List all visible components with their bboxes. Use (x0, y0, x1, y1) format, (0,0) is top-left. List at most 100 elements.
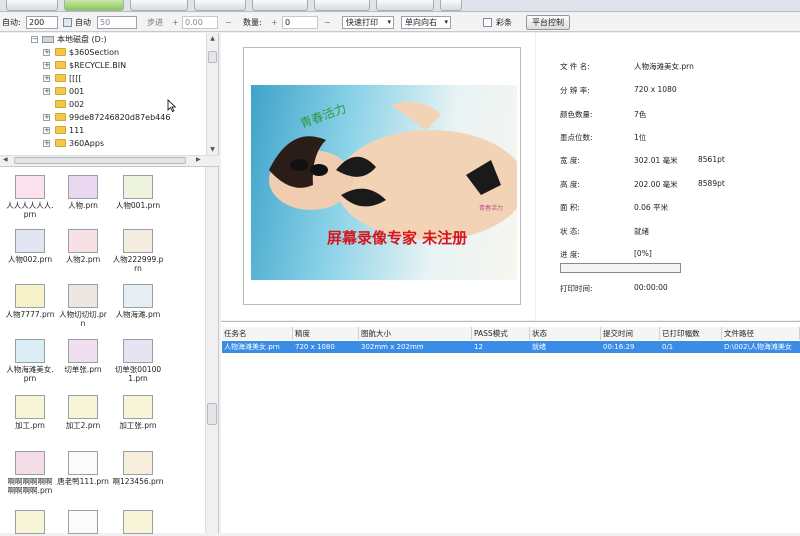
tree-vertical-scrollbar[interactable]: ▲ ▼ (206, 33, 218, 155)
file-thumbnail-icon (68, 395, 98, 419)
file-item[interactable]: 人物海滩.prn (112, 284, 164, 319)
file-item[interactable]: 加工张.prn (112, 395, 164, 430)
table-cell: 就绪 (532, 343, 546, 351)
file-item[interactable]: 人物切切切.prn (57, 284, 109, 328)
file-item[interactable]: 人物2.prn (57, 229, 109, 264)
scroll-thumb[interactable] (208, 51, 217, 63)
file-thumbnail-icon (68, 175, 98, 199)
expand-icon[interactable]: + (43, 114, 50, 121)
file-item[interactable] (57, 510, 109, 536)
column-header[interactable]: 图航大小 (359, 327, 472, 340)
height-label: 高 度: (560, 180, 580, 189)
folder-icon (55, 74, 66, 82)
column-header[interactable]: 提交时间 (601, 327, 660, 340)
file-thumbnail-icon (68, 510, 98, 534)
copies-minus-icon[interactable]: − (324, 16, 331, 29)
scroll-thumb[interactable] (207, 403, 217, 425)
print-time-value: 00:00:00 (634, 283, 668, 292)
file-item[interactable]: 人物海滩美女.prn (4, 339, 56, 383)
scroll-left-icon[interactable]: ◀ (3, 156, 8, 163)
column-header[interactable]: PASS模式 (472, 327, 530, 340)
area-value: 0.06 平米 (634, 203, 669, 212)
expand-icon[interactable]: + (43, 75, 50, 82)
scroll-thumb[interactable] (14, 157, 186, 164)
auto2-label: 自动 (75, 18, 91, 27)
filename-value: 人物海滩美女.prn (634, 62, 694, 71)
table-cell: 12 (474, 343, 483, 351)
toolbar-button-7[interactable] (376, 0, 434, 11)
progress-bar (560, 263, 681, 273)
resolution-value: 720 x 1080 (634, 85, 677, 94)
expand-icon[interactable]: + (43, 49, 50, 56)
collapse-icon[interactable]: − (31, 36, 38, 43)
colors-label: 颜色数量: (560, 110, 593, 119)
file-item[interactable]: 人物7777.prn (4, 284, 56, 319)
file-item[interactable]: 啊啊啊啊啊啊啊啊啊啊.prn (4, 451, 56, 495)
expand-icon[interactable]: + (43, 88, 50, 95)
expand-icon[interactable]: + (43, 140, 50, 147)
column-header[interactable]: 文件路径 (722, 327, 800, 340)
toolbar-button-2[interactable] (64, 0, 124, 11)
tree-label: [[[[ (69, 74, 82, 83)
file-item[interactable]: 切单张001001.prn (112, 339, 164, 383)
folder-icon (55, 126, 66, 134)
spacing-minus-icon[interactable]: − (225, 16, 232, 29)
file-thumbnail-icon (68, 284, 98, 308)
file-item[interactable] (4, 510, 56, 536)
column-header[interactable]: 任务名 (222, 327, 293, 340)
status-value: 就绪 (634, 227, 649, 236)
scroll-down-icon[interactable]: ▼ (208, 145, 217, 154)
toolbar-button-4[interactable] (194, 0, 246, 11)
file-item[interactable]: 人物002.prn (4, 229, 56, 264)
toolbar-button-5[interactable] (252, 0, 308, 11)
file-thumbnail-icon (15, 451, 45, 475)
copies-input[interactable]: 0 (282, 16, 318, 29)
tree-label: 001 (69, 87, 85, 96)
column-header[interactable]: 精度 (293, 327, 359, 340)
status-label: 状 态: (560, 227, 580, 236)
table-row[interactable]: 人物海滩美女.prn 720 x 1080 302mm x 202mm 12 就… (222, 341, 800, 353)
scroll-up-icon[interactable]: ▲ (208, 34, 217, 43)
color-bar-checkbox[interactable] (483, 18, 492, 27)
auto-checkbox[interactable] (63, 18, 72, 27)
toolbar-button-8[interactable] (440, 0, 462, 11)
folder-icon (55, 48, 66, 56)
file-thumbnail-icon (123, 229, 153, 253)
file-thumbnail-icon (15, 339, 45, 363)
tree-horizontal-scrollbar[interactable]: ◀ ▶ (0, 155, 219, 165)
file-item[interactable]: 人人人人人人.prn (4, 175, 56, 219)
file-thumbnail-icon (68, 229, 98, 253)
file-item[interactable]: 唐老鸭111.prn (57, 451, 109, 486)
copies-plus-icon[interactable]: + (271, 16, 278, 29)
spacing-input[interactable]: 0.00 (182, 16, 218, 29)
file-item[interactable]: 人物222999.prn (112, 229, 164, 273)
file-item[interactable]: 加工.prn (4, 395, 56, 430)
folder-icon (55, 113, 66, 121)
file-list-scrollbar[interactable] (205, 167, 218, 533)
toolbar-button-3[interactable] (130, 0, 188, 11)
platform-control-button[interactable]: 平台控制 (526, 15, 570, 30)
spacing-plus-icon[interactable]: + (172, 16, 179, 29)
expand-icon[interactable]: + (43, 62, 50, 69)
file-item[interactable]: 啊123456.prn (112, 451, 164, 486)
scroll-right-icon[interactable]: ▶ (196, 156, 201, 163)
filename-label: 文 件 名: (560, 62, 590, 71)
toolbar-button-6[interactable] (314, 0, 370, 11)
auto-input[interactable]: 200 (26, 16, 58, 29)
speed-select[interactable]: 快速打印 ▾ (342, 16, 394, 29)
toolbar-button-1[interactable] (6, 0, 58, 11)
folder-icon (55, 139, 66, 147)
file-item[interactable]: 切单张.prn (57, 339, 109, 374)
direction-select[interactable]: 单向向右 ▾ (401, 16, 451, 29)
file-item[interactable]: 人物001.prn (112, 175, 164, 210)
file-item[interactable]: 人物.prn (57, 175, 109, 210)
column-header[interactable]: 已打印幅数 (660, 327, 722, 340)
file-thumbnail-icon (15, 175, 45, 199)
column-header[interactable]: 状态 (530, 327, 601, 340)
file-thumbnail-icon (123, 175, 153, 199)
spacing-label: 步进 (147, 18, 163, 27)
file-item[interactable] (112, 510, 164, 536)
auto2-input[interactable]: 50 (97, 16, 137, 29)
file-item[interactable]: 加工2.prn (57, 395, 109, 430)
expand-icon[interactable]: + (43, 127, 50, 134)
